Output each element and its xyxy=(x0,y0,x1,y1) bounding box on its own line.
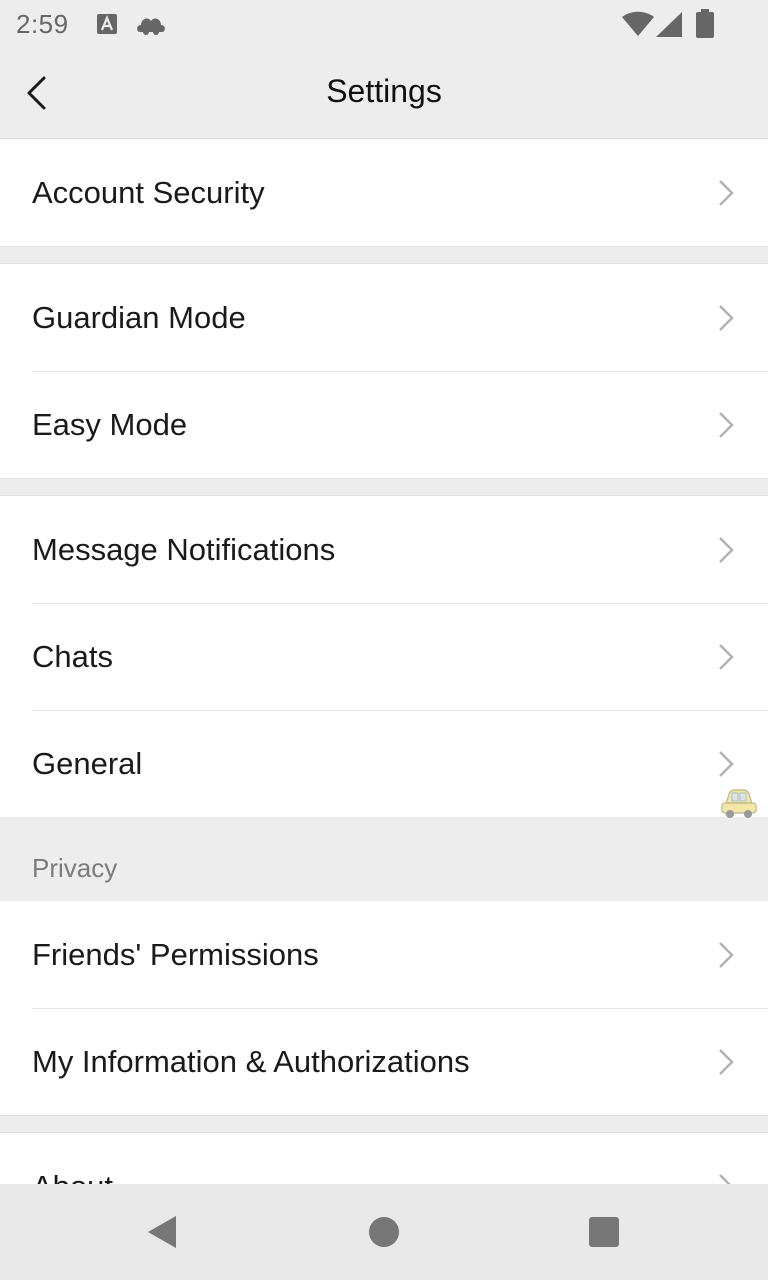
chevron-right-icon xyxy=(719,412,734,438)
chevron-right-icon xyxy=(719,537,734,563)
chevron-right-icon xyxy=(719,942,734,968)
section-label: Privacy xyxy=(32,853,118,883)
chevron-right-icon xyxy=(719,644,734,670)
title-bar: Settings xyxy=(0,48,768,138)
settings-item-guardian-mode[interactable]: Guardian Mode xyxy=(0,264,768,371)
status-bar: 2:59 xyxy=(0,0,768,48)
nav-back-icon[interactable] xyxy=(144,1214,180,1250)
settings-item-my-information[interactable]: My Information & Authorizations xyxy=(0,1008,768,1115)
settings-item-label: Chats xyxy=(32,639,113,674)
a-notification-icon xyxy=(97,14,117,34)
settings-item-label: Account Security xyxy=(32,175,265,210)
settings-item-label: My Information & Authorizations xyxy=(32,1044,470,1079)
settings-item-label: Easy Mode xyxy=(32,407,188,442)
chevron-right-icon xyxy=(719,1049,734,1075)
group-divider xyxy=(0,478,768,496)
settings-list[interactable]: Account Security Guardian Mode Easy Mode… xyxy=(0,138,768,1185)
settings-group-general: Message Notifications Chats General xyxy=(0,496,768,817)
cloud-icon xyxy=(137,18,165,35)
nav-recents-icon[interactable] xyxy=(588,1216,620,1248)
settings-item-label: Message Notifications xyxy=(32,532,336,567)
settings-group-modes: Guardian Mode Easy Mode xyxy=(0,264,768,478)
settings-item-friends-permissions[interactable]: Friends' Permissions xyxy=(0,901,768,1008)
battery-icon xyxy=(696,9,714,38)
chevron-right-icon xyxy=(719,305,734,331)
settings-item-label: Guardian Mode xyxy=(32,300,246,335)
nav-home-icon[interactable] xyxy=(368,1216,400,1248)
car-icon[interactable] xyxy=(720,788,758,822)
settings-group-account: Account Security xyxy=(0,139,768,246)
settings-item-label: General xyxy=(32,746,143,781)
settings-item-label: Friends' Permissions xyxy=(32,937,319,972)
settings-group-about: About xyxy=(0,1133,768,1185)
group-divider xyxy=(0,1115,768,1133)
settings-item-about[interactable]: About xyxy=(0,1133,768,1185)
settings-item-easy-mode[interactable]: Easy Mode xyxy=(0,371,768,478)
wifi-icon xyxy=(622,11,654,36)
signal-icon xyxy=(656,12,682,37)
chevron-right-icon xyxy=(719,180,734,206)
settings-item-label: About xyxy=(32,1133,113,1185)
settings-item-account-security[interactable]: Account Security xyxy=(0,139,768,246)
group-divider xyxy=(0,246,768,264)
system-nav-bar xyxy=(0,1184,768,1280)
page-title: Settings xyxy=(326,73,442,109)
chevron-right-icon xyxy=(719,751,734,777)
settings-item-message-notifications[interactable]: Message Notifications xyxy=(0,496,768,603)
settings-item-general[interactable]: General xyxy=(0,710,768,817)
section-header-privacy: Privacy xyxy=(0,817,768,901)
status-time: 2:59 xyxy=(16,9,69,39)
settings-group-privacy: Friends' Permissions My Information & Au… xyxy=(0,901,768,1115)
settings-item-chats[interactable]: Chats xyxy=(0,603,768,710)
